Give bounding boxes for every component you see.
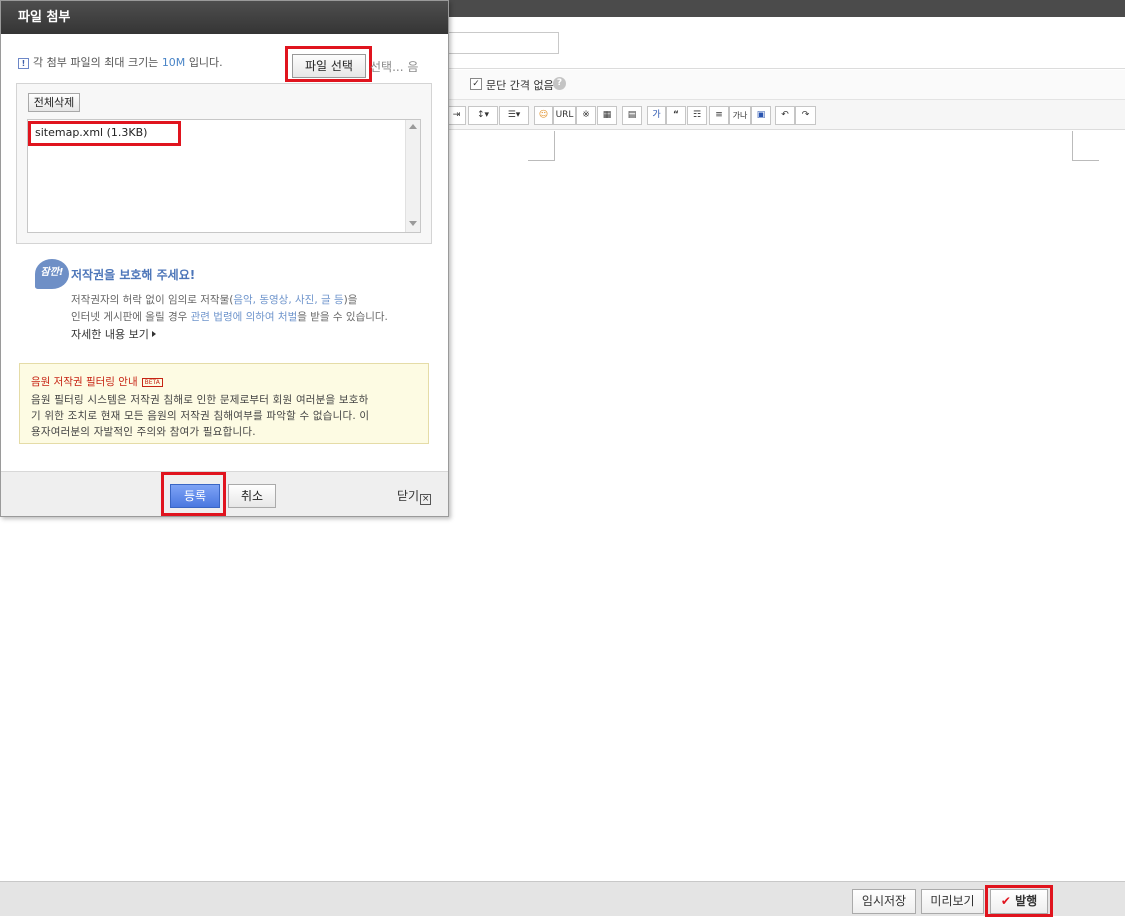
emoticon-icon[interactable]: ☺ xyxy=(534,106,553,125)
music-filter-notice: 음원 저작권 필터링 안내 BETA 음원 필터링 시스템은 저작권 침해로 인한… xyxy=(19,363,429,444)
copyright-text-line1: 저작권자의 허락 없이 임의로 저작물(음악, 동영상, 사진, 글 등)을 xyxy=(71,292,357,307)
register-button[interactable]: 등록 xyxy=(170,484,220,508)
file-pick-status: 선택... 음 xyxy=(370,60,419,74)
scroll-up-icon[interactable] xyxy=(409,124,417,129)
publish-label: 발행 xyxy=(1015,894,1038,908)
copyright-line1-highlight: 음악, 동영상, 사진, 글 등 xyxy=(233,294,344,306)
copyright-line2-highlight: 관련 법령에 의하여 처벌 xyxy=(190,311,298,323)
bottom-action-bar: 임시저장 미리보기 ✔ 발행 xyxy=(0,881,1125,917)
undo-icon[interactable]: ↶ xyxy=(775,106,795,125)
spellcheck-icon[interactable]: ▣ xyxy=(751,106,771,125)
save-draft-button[interactable]: 임시저장 xyxy=(852,889,916,914)
cancel-button[interactable]: 취소 xyxy=(228,484,276,508)
delete-all-button[interactable]: 전체삭제 xyxy=(28,93,80,112)
filter-text-line3: 용자여러분의 자발적인 주의와 참여가 필요합니다. xyxy=(31,426,256,438)
preview-button[interactable]: 미리보기 xyxy=(921,889,984,914)
copyright-line1-b: )을 xyxy=(343,294,358,306)
copyright-text-line2: 인터넷 게시판에 올릴 경우 관련 법령에 의하여 처벌을 받을 수 있습니다. xyxy=(71,309,388,324)
page-corner-left xyxy=(528,131,555,161)
file-item[interactable]: sitemap.xml (1.3KB) xyxy=(35,126,147,139)
size-notice: ! 각 첨부 파일의 최대 크기는 10M 입니다. xyxy=(18,54,223,70)
filter-text-line2: 기 위한 조치로 현재 모든 음원의 저작권 침해여부를 파악할 수 없습니다.… xyxy=(31,410,370,422)
hanja-button[interactable]: 가나 xyxy=(729,106,751,125)
paragraph-spacing-label: 문단 간격 없음 xyxy=(486,79,554,92)
file-attach-dialog: 파일 첨부 ! 각 첨부 파일의 최대 크기는 10M 입니다. 파일 선택 선택… xyxy=(0,0,449,517)
table-icon[interactable]: ▦ xyxy=(597,106,617,125)
info-icon: ! xyxy=(18,58,29,69)
url-button[interactable]: URL xyxy=(553,106,576,125)
redo-icon[interactable]: ↷ xyxy=(795,106,816,125)
help-icon[interactable]: ? xyxy=(553,77,566,90)
arrow-right-icon xyxy=(151,331,156,337)
paragraph-spacing-checkbox[interactable]: ✓ xyxy=(470,78,482,90)
layout-icon[interactable]: ▤ xyxy=(622,106,642,125)
symbol-button[interactable]: ※ xyxy=(576,106,596,125)
choose-file-button[interactable]: 파일 선택 xyxy=(292,54,366,78)
file-list-scrollbar[interactable] xyxy=(405,120,420,232)
filter-title: 음원 저작권 필터링 안내 BETA xyxy=(31,374,163,389)
copyright-line2-a: 인터넷 게시판에 올릴 경우 xyxy=(71,311,188,323)
quote-icon[interactable]: “ xyxy=(666,106,686,125)
notice-prefix: 각 첨부 파일의 최대 크기는 xyxy=(33,56,159,69)
close-icon: × xyxy=(420,494,432,505)
file-list[interactable]: sitemap.xml (1.3KB) xyxy=(27,119,421,233)
details-link[interactable]: 자세한 내용 보기 xyxy=(71,326,156,342)
post-title-input[interactable] xyxy=(447,32,559,54)
text-box-button[interactable]: 가 xyxy=(647,106,666,125)
check-icon: ✔ xyxy=(1000,894,1011,908)
dialog-footer: 등록 취소 닫기 × xyxy=(1,471,448,516)
filter-title-label: 음원 저작권 필터링 안내 xyxy=(31,376,138,388)
copyright-line1-a: 저작권자의 허락 없이 임의로 저작물( xyxy=(71,294,234,306)
filter-text-line1: 음원 필터링 시스템은 저작권 침해로 인한 문제로부터 회원 여러분을 보호하 xyxy=(31,394,369,406)
list-icon[interactable]: ☰▾ xyxy=(499,106,529,125)
horizontal-rule-icon[interactable]: ☶ xyxy=(687,106,707,125)
beta-badge: BETA xyxy=(141,378,163,387)
copyright-title: 저작권을 보호해 주세요! xyxy=(71,268,196,282)
publish-button[interactable]: ✔ 발행 xyxy=(990,889,1048,914)
max-size: 10M xyxy=(161,56,186,69)
details-link-label: 자세한 내용 보기 xyxy=(71,328,149,341)
copyright-line2-b: 을 받을 수 있습니다. xyxy=(297,311,388,323)
dialog-title: 파일 첨부 xyxy=(1,1,448,34)
notice-suffix: 입니다. xyxy=(188,56,223,69)
wait-badge-icon: 잠깐! xyxy=(35,259,69,289)
close-label: 닫기 xyxy=(397,489,420,503)
close-button[interactable]: 닫기 × xyxy=(397,487,432,505)
line-height-icon[interactable]: ↕▾ xyxy=(468,106,498,125)
divider-icon[interactable]: ≡ xyxy=(709,106,729,125)
scroll-down-icon[interactable] xyxy=(409,221,417,226)
indent-icon[interactable]: ⇥ xyxy=(447,106,466,125)
attached-files-panel: 전체삭제 sitemap.xml (1.3KB) xyxy=(16,83,432,244)
page-corner-right xyxy=(1072,131,1099,161)
